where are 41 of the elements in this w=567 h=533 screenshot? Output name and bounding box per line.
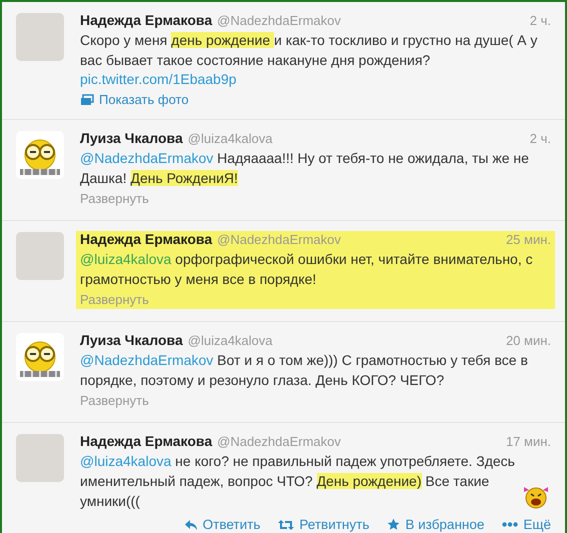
- reply-button[interactable]: Ответить: [184, 517, 260, 532]
- avatar-photo-placeholder: [16, 232, 64, 280]
- more-button[interactable]: Ещё: [502, 517, 551, 532]
- picture-link[interactable]: pic.twitter.com/1Ebaab9p: [80, 70, 236, 89]
- tweet-text: Скоро у меня день рождение и как-то тоскливо и грустно на душе( А у вас бывает такое состояние накануне дня рождения?: [80, 31, 538, 70]
- author-handle: @luiza4kalova: [188, 333, 273, 348]
- tweet-time: 2 ч.: [530, 13, 551, 28]
- tweet-time: 25 мин.: [506, 232, 551, 247]
- tweet-text: @luiza4kalova орфографической ошибки нет, читайте внимательно, с грамотностью у меня все в порядке!: [80, 250, 534, 289]
- author-handle: @NadezhdaErmakov: [217, 232, 341, 247]
- reply-icon: [184, 518, 198, 530]
- expand-link[interactable]: Развернуть: [80, 393, 149, 408]
- mention-link[interactable]: @luiza4kalova: [80, 251, 172, 267]
- mention-link[interactable]: @NadezhdaErmakov: [80, 352, 214, 368]
- author-name: Надежда Ермакова: [80, 12, 212, 28]
- author-name: Надежда Ермакова: [80, 433, 212, 449]
- avatar-photo-placeholder: [16, 434, 64, 482]
- show-photo-link[interactable]: Показать фото: [99, 92, 189, 107]
- author-name: Луиза Чкалова: [80, 130, 183, 146]
- avatar-photo-placeholder: [16, 13, 64, 61]
- expand-link[interactable]: Развернуть: [80, 292, 149, 307]
- tweet-text: @NadezhdaErmakov Вот и я о том же))) С грамотностью у тебя все в порядке, поэтому и резонуло глаза. День КОГО? ЧЕГО?: [80, 351, 529, 390]
- tweet-time: 2 ч.: [530, 131, 551, 146]
- tweet-time: 17 мин.: [506, 434, 551, 449]
- author-handle: @luiza4kalova: [188, 131, 273, 146]
- photo-icon: [80, 94, 94, 106]
- star-icon: [387, 518, 400, 531]
- expand-link[interactable]: Развернуть: [80, 191, 149, 206]
- favorite-button[interactable]: В избранное: [387, 517, 484, 532]
- smiley-avatar-drawing: [16, 131, 64, 179]
- mention-link[interactable]: @NadezhdaErmakov: [80, 150, 214, 166]
- more-dots-icon: [502, 522, 518, 527]
- author-name: Луиза Чкалова: [80, 332, 183, 348]
- author-handle: @NadezhdaErmakov: [217, 434, 341, 449]
- author-handle: @NadezhdaErmakov: [217, 13, 341, 28]
- author-name: Надежда Ермакова: [80, 231, 212, 247]
- mention-link[interactable]: @luiza4kalova: [80, 453, 172, 469]
- retweet-icon: [278, 518, 294, 530]
- retweet-button[interactable]: Ретвитнуть: [278, 517, 370, 532]
- tweet-time: 20 мин.: [506, 333, 551, 348]
- smiley-avatar-drawing: [16, 333, 64, 381]
